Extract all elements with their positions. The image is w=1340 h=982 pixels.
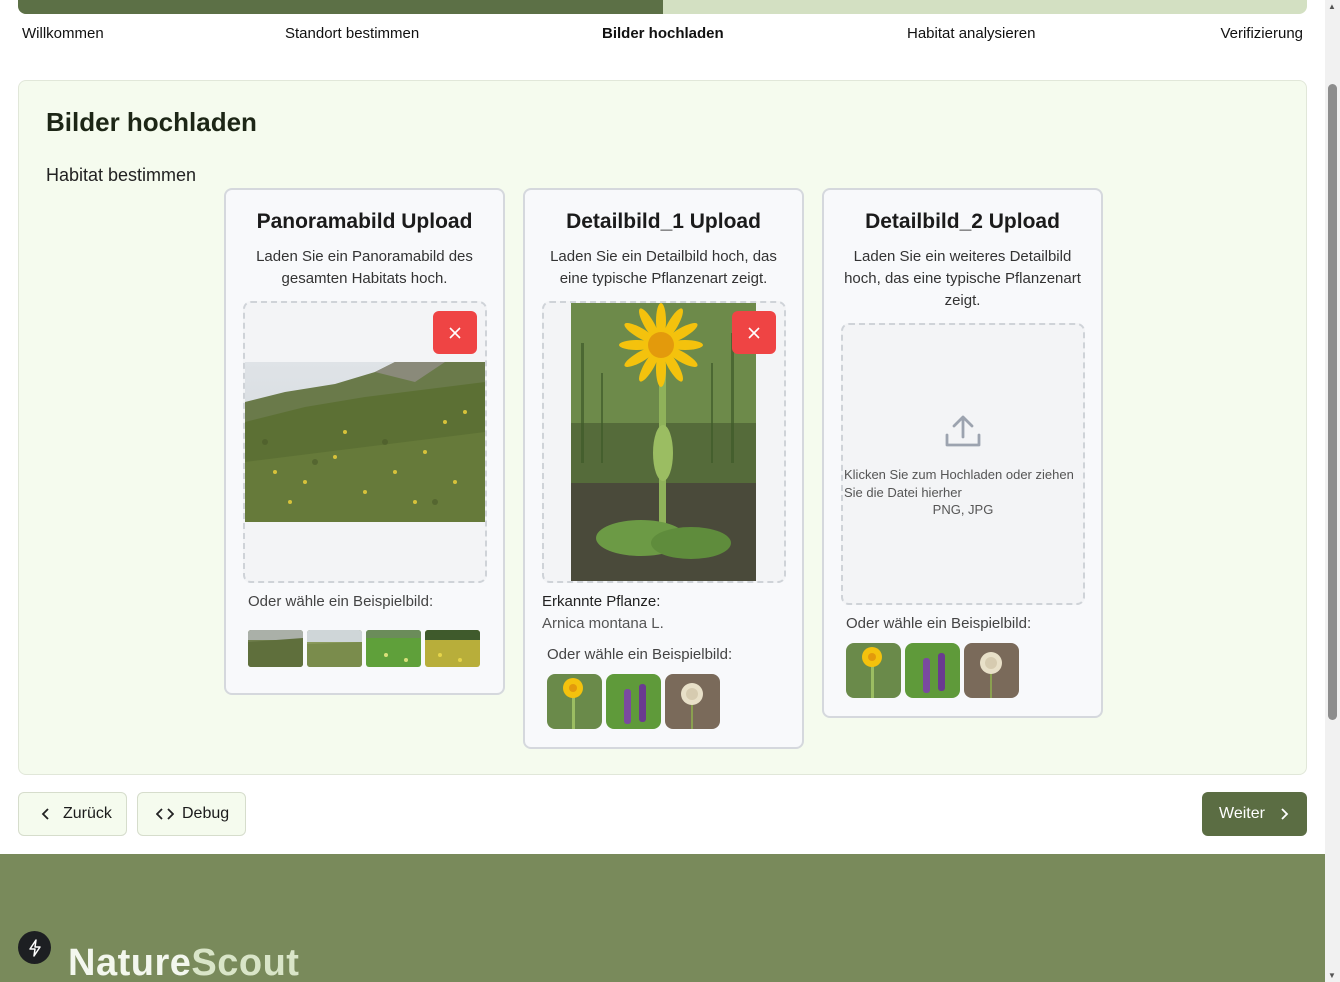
card-description: Laden Sie ein Detailbild hoch, das eine … <box>550 248 777 287</box>
example-thumb-arnica[interactable] <box>547 674 602 729</box>
detail1-dropzone[interactable] <box>542 301 786 583</box>
step-habitat-analysieren: Habitat analysieren <box>907 25 1036 42</box>
example-thumb-clover[interactable] <box>964 643 1019 698</box>
upload-instructions: Klicken Sie zum Hochladen oder ziehen Si… <box>844 467 1074 500</box>
step-willkommen: Willkommen <box>22 25 104 42</box>
main-card: Bilder hochladen Habitat bestimmen Panor… <box>18 80 1307 775</box>
remove-image-button[interactable] <box>433 311 477 354</box>
panorama-image <box>245 362 485 522</box>
brand-part-1: Nature <box>68 942 192 982</box>
panorama-upload-card: Panoramabild Upload Laden Sie ein Panora… <box>224 188 505 695</box>
close-icon <box>748 326 760 339</box>
next-button[interactable]: Weiter <box>1202 792 1307 836</box>
step-standort: Standort bestimmen <box>285 25 420 42</box>
card-title: Detailbild_2 Upload <box>865 210 1060 233</box>
example-thumbnails <box>547 674 720 729</box>
example-thumb-2[interactable] <box>307 630 362 667</box>
example-thumbnails <box>846 643 1019 698</box>
back-button-label: Zurück <box>63 805 112 822</box>
page-scrollbar[interactable]: ▲ ▼ <box>1325 0 1340 982</box>
example-thumb-arnica[interactable] <box>846 643 901 698</box>
example-label: Oder wähle ein Beispielbild: <box>547 646 733 663</box>
detail2-upload-card: Detailbild_2 Upload Laden Sie ein weiter… <box>822 188 1103 718</box>
panorama-dropzone[interactable] <box>243 301 487 583</box>
debug-button-label: Debug <box>182 805 230 822</box>
example-thumb-clover[interactable] <box>665 674 720 729</box>
recognized-plant-label: Erkannte Pflanze: <box>542 593 661 610</box>
back-button[interactable]: Zurück <box>18 792 127 836</box>
example-thumb-1[interactable] <box>248 630 303 667</box>
card-title: Panoramabild Upload <box>256 210 473 233</box>
footer: NatureScout <box>0 854 1325 982</box>
remove-image-button[interactable] <box>732 311 776 354</box>
arnica-image <box>571 303 756 581</box>
upload-formats: PNG, JPG <box>932 502 994 517</box>
card-description: Laden Sie ein Panoramabild des gesamten … <box>256 248 473 287</box>
brand-logo: NatureScout <box>68 942 299 982</box>
close-icon <box>449 326 461 339</box>
detail2-dropzone[interactable]: Klicken Sie zum Hochladen oder ziehen Si… <box>841 323 1085 605</box>
progress-fill <box>18 0 663 14</box>
example-thumb-orchid[interactable] <box>606 674 661 729</box>
chevron-right-icon <box>1281 808 1289 820</box>
example-thumb-3[interactable] <box>366 630 421 667</box>
recognized-plant-value: Arnica montana L. <box>542 615 664 632</box>
bolt-icon <box>28 938 41 957</box>
step-bilder-hochladen: Bilder hochladen <box>602 25 724 42</box>
next-button-label: Weiter <box>1219 805 1265 822</box>
debug-button[interactable]: Debug <box>137 792 246 836</box>
page-title: Bilder hochladen <box>46 107 257 137</box>
progress-bar <box>18 0 1307 14</box>
scroll-thumb[interactable] <box>1328 84 1337 720</box>
example-thumbnails <box>248 630 480 667</box>
scroll-down-arrow[interactable]: ▼ <box>1328 971 1336 980</box>
example-label: Oder wähle ein Beispielbild: <box>248 593 434 610</box>
upload-icon <box>945 415 981 447</box>
example-thumb-4[interactable] <box>425 630 480 667</box>
card-description: Laden Sie ein weiteres Detailbild hoch, … <box>844 248 1081 309</box>
quick-action-button[interactable] <box>18 931 51 964</box>
example-label: Oder wähle ein Beispielbild: <box>846 615 1032 632</box>
example-thumb-orchid[interactable] <box>905 643 960 698</box>
card-title: Detailbild_1 Upload <box>566 210 761 233</box>
chevron-left-icon <box>41 808 49 820</box>
step-verifizierung: Verifizierung <box>1220 25 1303 42</box>
code-icon <box>156 808 174 820</box>
scroll-up-arrow[interactable]: ▲ <box>1328 2 1336 11</box>
section-subtitle: Habitat bestimmen <box>46 165 197 185</box>
brand-part-2: Scout <box>191 942 300 982</box>
detail1-upload-card: Detailbild_1 Upload Laden Sie ein Detail… <box>523 188 804 749</box>
stepper: Willkommen Standort bestimmen Bilder hoc… <box>22 25 1303 45</box>
